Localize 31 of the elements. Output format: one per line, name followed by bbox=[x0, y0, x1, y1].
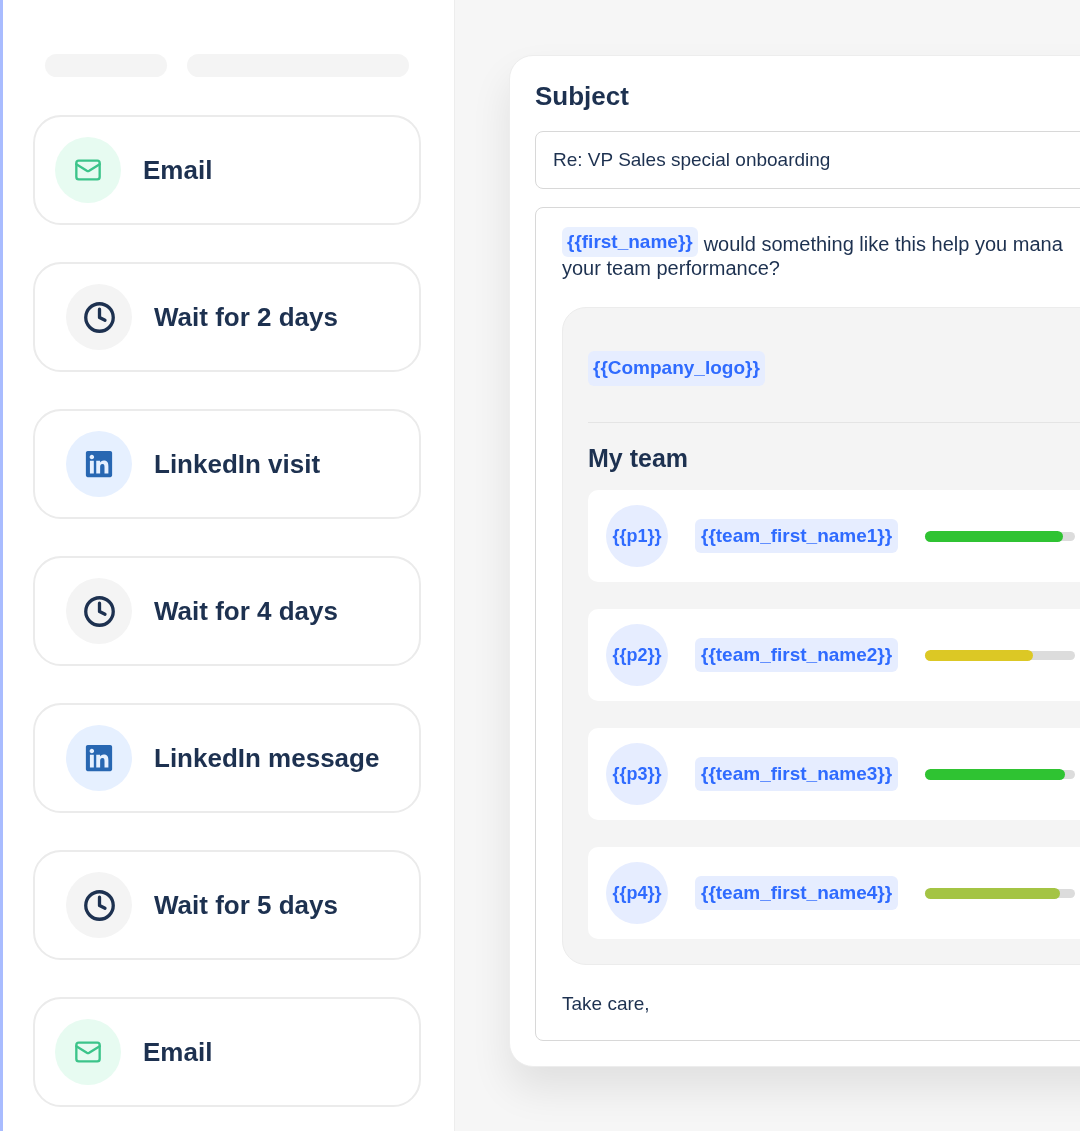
step-label: Wait for 5 days bbox=[154, 888, 338, 922]
variable-tag: {{team_first_name4}} bbox=[695, 876, 899, 910]
step-card[interactable]: Wait for 2 days bbox=[33, 262, 421, 372]
step-card[interactable]: LinkedIn visit bbox=[33, 409, 421, 519]
step-label: Wait for 2 days bbox=[154, 300, 338, 334]
intro-text: would something like this help you mana bbox=[703, 232, 1063, 256]
variable-tag: {{team_first_name1}} bbox=[695, 519, 899, 553]
avatar-placeholder: {{p4}} bbox=[606, 862, 668, 924]
step-label: LinkedIn message bbox=[154, 741, 380, 775]
variable-tag: {{team_first_name2}} bbox=[695, 638, 899, 672]
closing-text: Take care, bbox=[562, 992, 650, 1016]
step-card[interactable]: Wait for 5 days bbox=[33, 850, 421, 960]
step-label: Wait for 4 days bbox=[154, 594, 338, 628]
step-label: Email bbox=[143, 153, 213, 187]
subject-field[interactable]: Re: VP Sales special onboarding bbox=[535, 131, 1080, 189]
step-card[interactable]: Email bbox=[33, 997, 421, 1107]
step-label: LinkedIn visit bbox=[154, 447, 321, 481]
avatar-placeholder: {{p3}} bbox=[606, 743, 668, 805]
variable-tag: {{team_first_name3}} bbox=[695, 757, 899, 791]
variable-tag: {{first_name}} bbox=[562, 227, 698, 257]
step-label: Email bbox=[143, 1035, 213, 1069]
intro-text: your team performance? bbox=[562, 257, 780, 279]
section-heading: My team bbox=[588, 443, 689, 474]
variable-tag: {{Company_logo}} bbox=[588, 351, 765, 386]
step-card[interactable]: LinkedIn message bbox=[33, 703, 421, 813]
email-body-editor[interactable] bbox=[535, 207, 1080, 1041]
step-card[interactable]: Email bbox=[33, 115, 421, 225]
step-card[interactable]: Wait for 4 days bbox=[33, 556, 421, 666]
avatar-placeholder: {{p1}} bbox=[606, 505, 668, 567]
subject-label: Subject bbox=[535, 80, 629, 113]
avatar-placeholder: {{p2}} bbox=[606, 624, 668, 686]
